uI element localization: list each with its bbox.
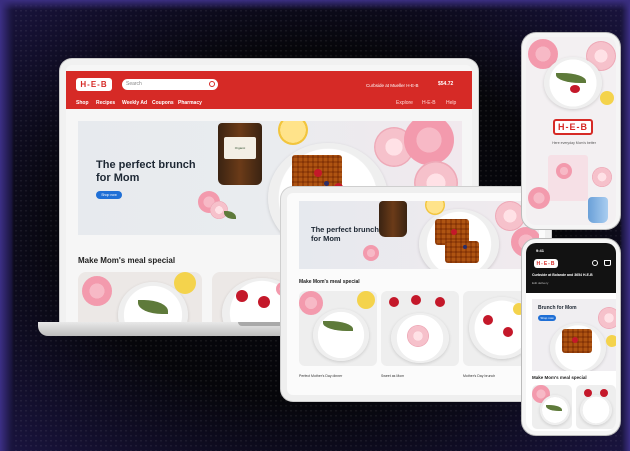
drawing-image: [556, 163, 572, 179]
phone-header: 9:41 H‑E‑B Curbside at Bolande and 3654 …: [526, 243, 616, 293]
purple-frame-right: [620, 0, 630, 451]
phone-tagline: Here everyday Mom's better: [552, 141, 596, 145]
lemon-image: [357, 291, 375, 309]
laptop-nav: Shop Recipes Weekly Ad Coupons Pharmacy …: [66, 97, 472, 109]
orange-juice-image: [278, 121, 308, 145]
product-card[interactable]: [78, 272, 202, 323]
flower-image: [598, 307, 616, 329]
strawberry-image: [258, 296, 270, 308]
flower-image: [592, 167, 612, 187]
flower-image: [404, 121, 454, 165]
phone-bottom-screen: 9:41 H‑E‑B Curbside at Bolande and 3654 …: [522, 239, 620, 435]
leaf-image: [224, 211, 236, 219]
lemon-image: [174, 272, 196, 294]
store-selector[interactable]: Curbside at Mueller H-E-B: [366, 83, 419, 88]
blueberry-image: [324, 181, 329, 186]
plate-image: [544, 57, 602, 109]
hero-title: The perfect brunch for Mom: [96, 159, 196, 184]
strawberry-image: [503, 327, 513, 337]
shop-now-button[interactable]: Shop now: [538, 315, 556, 321]
nav-shop[interactable]: Shop: [76, 100, 89, 106]
nav-explore[interactable]: Explore: [396, 100, 413, 106]
flower-image: [363, 245, 379, 261]
nav-coupons[interactable]: Coupons: [152, 100, 174, 106]
flower-image: [82, 276, 112, 306]
plate-image: [580, 395, 612, 425]
tablet-screen: The perfect brunch for Mom Make Mom's me…: [281, 187, 551, 401]
strawberry-image: [389, 297, 399, 307]
lemon-image: [600, 91, 614, 105]
phone-section-title: Make Mom's meal special: [532, 375, 587, 380]
strawberry-image: [584, 389, 592, 397]
phone-hero-title: Brunch for Mom: [538, 305, 577, 311]
screenshot-stage: H‑E‑B Search Curbside at Mueller H-E-B $…: [0, 0, 630, 451]
tablet-hero-banner[interactable]: The perfect brunch for Mom: [299, 201, 539, 269]
bottle-image: [588, 197, 608, 223]
nav-help[interactable]: Help: [446, 100, 456, 106]
phone-product-card[interactable]: [532, 385, 572, 429]
strawberry-image: [236, 290, 248, 302]
tablet-product-card[interactable]: [299, 291, 377, 366]
search-placeholder: Search: [126, 81, 142, 87]
tablet-card-caption[interactable]: Mother's Day brunch: [463, 374, 495, 378]
purple-frame-left: [0, 0, 14, 451]
tablet-card-caption[interactable]: Perfect Mother's Day dinner: [299, 374, 342, 378]
search-input[interactable]: Search: [122, 79, 218, 90]
edit-delivery-link[interactable]: Edit delivery: [532, 281, 548, 285]
phone-product-card[interactable]: [576, 385, 616, 429]
tablet-section-title: Make Mom's meal special: [299, 279, 360, 285]
tablet-hero-title: The perfect brunch for Mom: [311, 225, 379, 243]
heb-logo[interactable]: H‑E‑B: [534, 259, 558, 268]
nav-pharmacy[interactable]: Pharmacy: [178, 100, 202, 106]
store-address[interactable]: Curbside at Bolande and 3654 H-E-B: [532, 273, 616, 277]
lemon-image: [606, 335, 616, 347]
flower-image: [299, 291, 323, 315]
card-image: [548, 155, 588, 201]
strawberry-image: [435, 297, 445, 307]
syrup-jar-image: [379, 201, 407, 237]
tablet-product-card[interactable]: [381, 291, 459, 366]
jar-label: Organic: [224, 137, 256, 159]
shop-now-button[interactable]: Shop now: [96, 191, 122, 199]
strawberry-image: [411, 295, 421, 305]
blueberry-image: [463, 245, 467, 249]
strawberry-image: [451, 229, 457, 235]
flower-image: [528, 187, 550, 209]
tablet-card-caption[interactable]: Sweet as Mom: [381, 374, 404, 378]
nav-heb[interactable]: H-E-B: [422, 100, 436, 106]
purple-frame-top: [0, 0, 630, 10]
cake-image: [407, 325, 429, 347]
phone-top-screen: H‑E‑B Here everyday Mom's better: [522, 33, 620, 229]
waffle-image-2: [445, 241, 479, 263]
phone-hero-banner[interactable]: Brunch for Mom Shop now: [532, 299, 616, 371]
salmon-image: [570, 85, 580, 93]
flower-image: [495, 201, 525, 231]
heb-logo[interactable]: H‑E‑B: [553, 119, 593, 135]
section-title: Make Mom's meal special: [78, 256, 176, 265]
status-time: 9:41: [536, 248, 545, 253]
strawberry-image: [572, 337, 578, 343]
search-icon[interactable]: [209, 81, 215, 87]
strawberry-image: [483, 315, 493, 325]
strawberry-image: [600, 389, 608, 397]
nav-weekly-ad[interactable]: Weekly Ad: [122, 100, 147, 106]
laptop-header: H‑E‑B Search Curbside at Mueller H-E-B $…: [66, 71, 472, 97]
plate-image: [313, 309, 369, 361]
heb-logo[interactable]: H‑E‑B: [76, 78, 112, 91]
cart-icon[interactable]: [604, 260, 611, 266]
cart-total[interactable]: $54.72: [438, 81, 453, 87]
strawberry-image: [314, 169, 322, 177]
nav-recipes[interactable]: Recipes: [96, 100, 115, 106]
search-icon[interactable]: [592, 260, 598, 266]
